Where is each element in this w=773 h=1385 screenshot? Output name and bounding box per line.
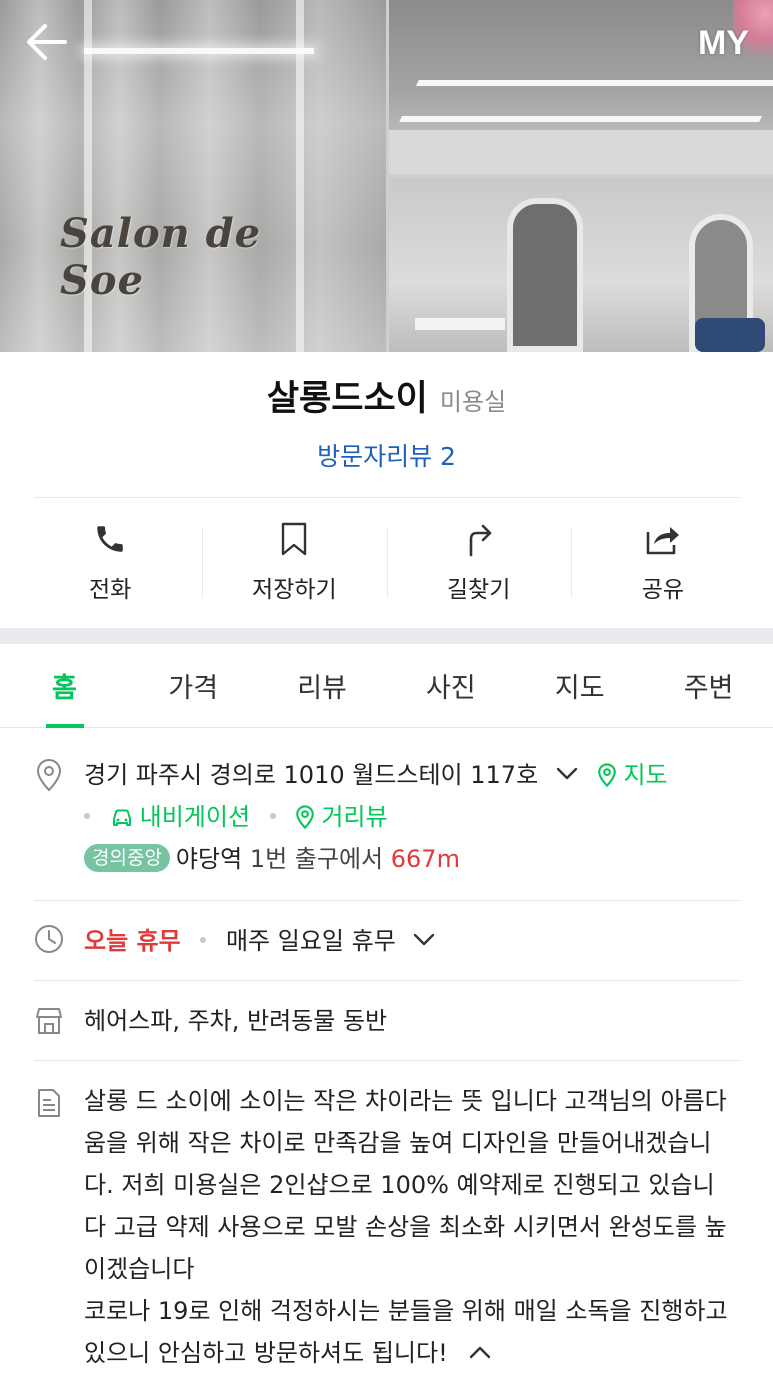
share-button[interactable]: 공유 <box>570 510 755 610</box>
action-label: 저장하기 <box>252 577 337 603</box>
bookmark-icon <box>282 522 307 556</box>
chevron-down-icon[interactable] <box>556 767 578 781</box>
back-button[interactable] <box>22 18 70 66</box>
tab-price[interactable]: 가격 <box>129 644 258 727</box>
directions-button[interactable]: 길찾기 <box>386 510 571 610</box>
visitor-reviews-link[interactable]: 방문자리뷰 2 <box>0 437 773 473</box>
interior-photo-bottom[interactable] <box>389 178 773 352</box>
chevron-down-icon[interactable] <box>413 933 435 947</box>
save-button[interactable]: 저장하기 <box>202 510 386 610</box>
call-button[interactable]: 전화 <box>18 510 202 610</box>
document-icon <box>38 1089 60 1117</box>
navigation-link-label: 내비게이션 <box>139 803 251 831</box>
place-category: 미용실 <box>439 388 507 416</box>
subway-line-badge: 경의중앙 <box>84 844 170 872</box>
location-pin-icon <box>598 763 617 787</box>
description-paragraph: 코로나 19로 인해 걱정하시는 분들을 위해 매일 소독을 진행하고 있으니 … <box>84 1297 728 1367</box>
tab-review[interactable]: 리뷰 <box>258 644 387 727</box>
tab-map[interactable]: 지도 <box>515 644 644 727</box>
divider <box>34 900 740 901</box>
divider <box>34 497 740 498</box>
street-view-link[interactable]: 거리뷰 <box>295 803 388 831</box>
hours-row[interactable]: 오늘 휴무 매주 일요일 휴무 <box>34 920 740 962</box>
directions-icon <box>469 524 491 557</box>
tab-home[interactable]: 홈 <box>0 644 129 728</box>
location-pin-icon <box>36 758 62 792</box>
amenities-text: 헤어스파, 주차, 반려동물 동반 <box>84 1007 388 1035</box>
hours-detail: 매주 일요일 휴무 <box>225 927 396 955</box>
tab-nearby[interactable]: 주변 <box>644 644 773 727</box>
station-distance: 667m <box>390 845 460 873</box>
separator-dot <box>200 937 207 943</box>
action-label: 공유 <box>641 577 685 603</box>
salon-logo: Salon de Soe <box>60 210 262 304</box>
divider <box>34 980 740 981</box>
salon-chair <box>695 318 765 352</box>
share-icon <box>646 527 679 555</box>
clock-icon <box>35 925 63 953</box>
map-link-label: 지도 <box>623 761 668 789</box>
shelf <box>415 318 505 330</box>
action-label: 길찾기 <box>446 577 511 603</box>
divider <box>34 1060 740 1061</box>
photo-gallery[interactable]: Salon de Soe <box>0 0 773 352</box>
station-name: 야당역 <box>175 845 243 873</box>
section-separator <box>0 628 773 644</box>
separator-dot <box>269 813 276 819</box>
location-pin-icon <box>296 805 315 829</box>
back-arrow-icon <box>27 24 67 60</box>
chevron-up-icon[interactable] <box>469 1345 491 1359</box>
tab-bar: 홈 가격 리뷰 사진 지도 주변 <box>0 644 773 728</box>
phone-icon <box>97 526 123 552</box>
place-name: 살롱드소이 <box>266 379 428 418</box>
description-row: 살롱 드 소이에 소이는 작은 차이라는 뜻 입니다 고객님의 아름다움을 위해… <box>34 1080 740 1374</box>
my-button[interactable]: MY <box>698 24 749 63</box>
tab-photo[interactable]: 사진 <box>386 644 515 727</box>
store-icon <box>36 1008 62 1034</box>
ceiling-light <box>84 48 314 54</box>
mirror <box>507 198 583 352</box>
station-exit: 1번 출구에서 <box>249 845 384 873</box>
map-link[interactable]: 지도 <box>597 761 668 789</box>
wall <box>389 130 773 174</box>
light-track <box>399 80 773 122</box>
address-row: 경기 파주시 경의로 1010 월드스테이 117호 지도 내비게이션 거리뷰 … <box>34 754 740 880</box>
navigation-link[interactable]: 내비게이션 <box>110 803 258 831</box>
hours-status: 오늘 휴무 <box>84 927 181 955</box>
separator-dot <box>84 813 90 819</box>
action-label: 전화 <box>88 577 132 603</box>
place-header: 살롱드소이 미용실 방문자리뷰 2 <box>0 370 773 473</box>
action-bar: 전화 저장하기 길찾기 공유 <box>18 510 755 610</box>
street-view-link-label: 거리뷰 <box>321 803 388 831</box>
address-text[interactable]: 경기 파주시 경의로 1010 월드스테이 117호 <box>84 761 538 789</box>
car-icon <box>112 809 131 826</box>
description-paragraph: 살롱 드 소이에 소이는 작은 차이라는 뜻 입니다 고객님의 아름다움을 위해… <box>84 1087 727 1283</box>
amenities-row: 헤어스파, 주차, 반려동물 동반 <box>34 1000 740 1042</box>
